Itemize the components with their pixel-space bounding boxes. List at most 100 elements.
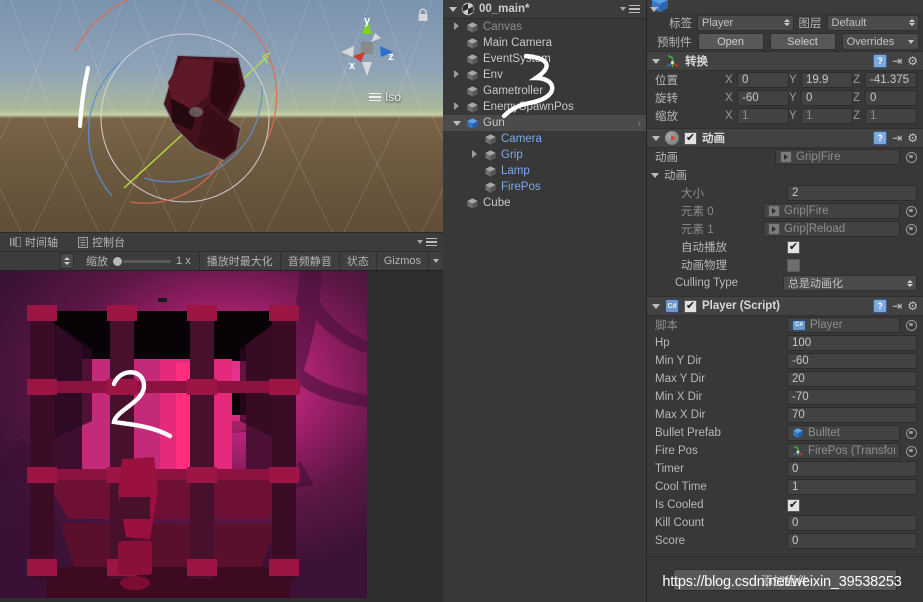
tab-timeline[interactable]: 时间轴: [0, 233, 68, 252]
tag-layer-row[interactable]: 标签 Player 图层 Default: [647, 13, 923, 32]
game-scale-slider[interactable]: [112, 255, 172, 267]
player-field-timer-row[interactable]: Timer 0: [647, 460, 923, 478]
player-field-bullet-prefab-row[interactable]: Bullet Prefab Bulltet: [647, 424, 923, 442]
hierarchy-item-gametroller[interactable]: Gametroller: [443, 83, 646, 99]
chevron-right-icon[interactable]: [451, 22, 462, 32]
transform-component-header[interactable]: 转换 ? ⇥ ⚙: [647, 51, 923, 71]
animations-size-row[interactable]: 大小 2: [647, 184, 923, 202]
chevron-right-icon[interactable]: [469, 150, 480, 160]
hierarchy-item-enemyspawnpos[interactable]: EnemySpawnPos: [443, 99, 646, 115]
player-field-score-field[interactable]: 0: [787, 533, 917, 549]
hierarchy-item-cube[interactable]: Cube: [443, 195, 646, 211]
position-z-field[interactable]: -41.375: [865, 72, 917, 88]
animations-array-twisty[interactable]: [651, 172, 659, 178]
gizmos-dropdown[interactable]: [428, 252, 443, 270]
transform-collapse-twisty[interactable]: [652, 58, 660, 64]
animation-enabled-checkbox[interactable]: ✔: [684, 131, 697, 145]
tag-dropdown[interactable]: Player: [697, 14, 794, 31]
game-view-toolbar[interactable]: 缩放 1 x 播放时最大化 音频静音 状态 Gizmos: [0, 251, 443, 271]
transform-scale-row[interactable]: 缩放 X 1 Y 1 Z 1: [647, 107, 923, 125]
lower-dock-tabstrip[interactable]: 时间轴 控制台: [0, 232, 443, 251]
scale-y-field[interactable]: 1: [801, 108, 853, 124]
play-automatically-checkbox[interactable]: ✔: [787, 240, 800, 254]
animation-clip-field[interactable]: Grip|Fire: [775, 149, 900, 165]
prefab-overrides-dropdown[interactable]: Overrides: [841, 33, 919, 50]
animations-array-row[interactable]: 动画: [647, 166, 923, 184]
player-field-fire-pos-row[interactable]: Fire Pos FirePos (Transform: [647, 442, 923, 460]
player-field-kill-count-field[interactable]: 0: [787, 515, 917, 531]
hierarchy-item-firepos[interactable]: FirePos: [443, 179, 646, 195]
help-icon[interactable]: ?: [873, 54, 888, 68]
player-field-max-y-dir-field[interactable]: 20: [787, 371, 917, 387]
scale-z-field[interactable]: 1: [865, 108, 917, 124]
player-field-min-y-dir-row[interactable]: Min Y Dir -60: [647, 352, 923, 370]
scene-view[interactable]: y x z Iso: [0, 0, 443, 232]
player-field-bullet-prefab-picker-icon[interactable]: [906, 427, 917, 439]
player-field-cool-time-field[interactable]: 1: [787, 479, 917, 495]
help-icon[interactable]: ?: [873, 299, 888, 313]
player-field-cool-time-row[interactable]: Cool Time 1: [647, 478, 923, 496]
help-icon[interactable]: ?: [873, 131, 888, 145]
gear-icon[interactable]: ⚙: [907, 300, 918, 312]
maximize-on-play-button[interactable]: 播放时最大化: [198, 252, 280, 270]
chevron-right-icon[interactable]: [451, 102, 462, 112]
layer-dropdown[interactable]: Default: [826, 14, 919, 31]
hierarchy-item-canvas[interactable]: Canvas: [443, 19, 646, 35]
hierarchy-item-eventsystem[interactable]: EventSystem: [443, 51, 646, 67]
animation-component-header[interactable]: ✔ 动画 ? ⇥ ⚙: [647, 128, 923, 148]
stats-button[interactable]: 状态: [338, 252, 376, 270]
hierarchy-item-gun[interactable]: Gun ›: [443, 115, 646, 131]
position-y-field[interactable]: 19.9: [801, 72, 853, 88]
hierarchy-header[interactable]: 00_main*: [443, 0, 646, 19]
element-1-picker-icon[interactable]: [906, 223, 917, 235]
mute-audio-button[interactable]: 音频静音: [279, 252, 339, 270]
player-collapse-twisty[interactable]: [652, 303, 660, 309]
prefab-select-button[interactable]: Select: [769, 33, 836, 50]
player-field-kill-count-row[interactable]: Kill Count 0: [647, 514, 923, 532]
hierarchy-item-env[interactable]: Env: [443, 67, 646, 83]
game-render-canvas[interactable]: [0, 271, 367, 598]
player-field-max-x-dir-row[interactable]: Max X Dir 70: [647, 406, 923, 424]
presets-icon[interactable]: ⇥: [892, 55, 902, 67]
animate-physics-checkbox[interactable]: [787, 258, 800, 272]
animation-clip-row[interactable]: 动画 Grip|Fire: [647, 148, 923, 166]
lock-icon[interactable]: [417, 8, 429, 22]
player-field-fire-pos-picker-icon[interactable]: [906, 445, 917, 457]
player-field-is-cooled-checkbox[interactable]: ✔: [787, 498, 800, 512]
player-field-min-y-dir-field[interactable]: -60: [787, 353, 917, 369]
animations-size-field[interactable]: 2: [787, 185, 917, 201]
animate-physics-row[interactable]: 动画物理: [647, 256, 923, 274]
animation-collapse-twisty[interactable]: [652, 135, 660, 141]
hierarchy-item-main-camera[interactable]: Main Camera: [443, 35, 646, 51]
culling-type-row[interactable]: Culling Type 总是动画化: [647, 274, 923, 292]
player-field-hp-field[interactable]: 100: [787, 335, 917, 351]
animation-clip-picker-icon[interactable]: [906, 151, 917, 163]
player-script-fields[interactable]: Hp 100 Min Y Dir -60 Max Y Dir 20 Min X Dir -70…: [647, 334, 923, 550]
player-field-max-y-dir-row[interactable]: Max Y Dir 20: [647, 370, 923, 388]
scene-view-mode-label[interactable]: Iso: [368, 90, 401, 104]
transform-rotation-row[interactable]: 旋转 X -60 Y 0 Z 0: [647, 89, 923, 107]
prefab-row[interactable]: 预制件 Open Select Overrides: [647, 32, 923, 51]
prefab-open-button[interactable]: Open: [697, 33, 764, 50]
player-field-min-x-dir-row[interactable]: Min X Dir -70: [647, 388, 923, 406]
hierarchy-panel[interactable]: 00_main* Canvas Main Camera EventSystem …: [443, 0, 647, 602]
gear-icon[interactable]: ⚙: [907, 55, 918, 67]
player-field-timer-field[interactable]: 0: [787, 461, 917, 477]
player-enabled-checkbox[interactable]: ✔: [684, 299, 697, 313]
animations-element-0-row[interactable]: 元素 0 Grip|Fire: [647, 202, 923, 220]
hierarchy-item-camera[interactable]: Camera: [443, 131, 646, 147]
player-field-fire-pos-field[interactable]: FirePos (Transform: [787, 443, 900, 459]
player-field-max-x-dir-field[interactable]: 70: [787, 407, 917, 423]
player-field-bullet-prefab-field[interactable]: Bulltet: [787, 425, 900, 441]
prefab-enter-chevron-icon[interactable]: ›: [638, 118, 641, 129]
scale-x-field[interactable]: 1: [737, 108, 789, 124]
play-automatically-row[interactable]: 自动播放 ✔: [647, 238, 923, 256]
scene-collapse-twisty[interactable]: [449, 6, 457, 12]
rotation-x-field[interactable]: -60: [737, 90, 789, 106]
inspector-panel[interactable]: 标签 Player 图层 Default 预制件 Open Select Ove…: [647, 0, 923, 602]
chevron-down-icon[interactable]: [451, 119, 462, 128]
hierarchy-item-lamp[interactable]: Lamp: [443, 163, 646, 179]
panel-options-menu[interactable]: [417, 236, 443, 248]
hierarchy-item-grip[interactable]: Grip: [443, 147, 646, 163]
player-field-min-x-dir-field[interactable]: -70: [787, 389, 917, 405]
